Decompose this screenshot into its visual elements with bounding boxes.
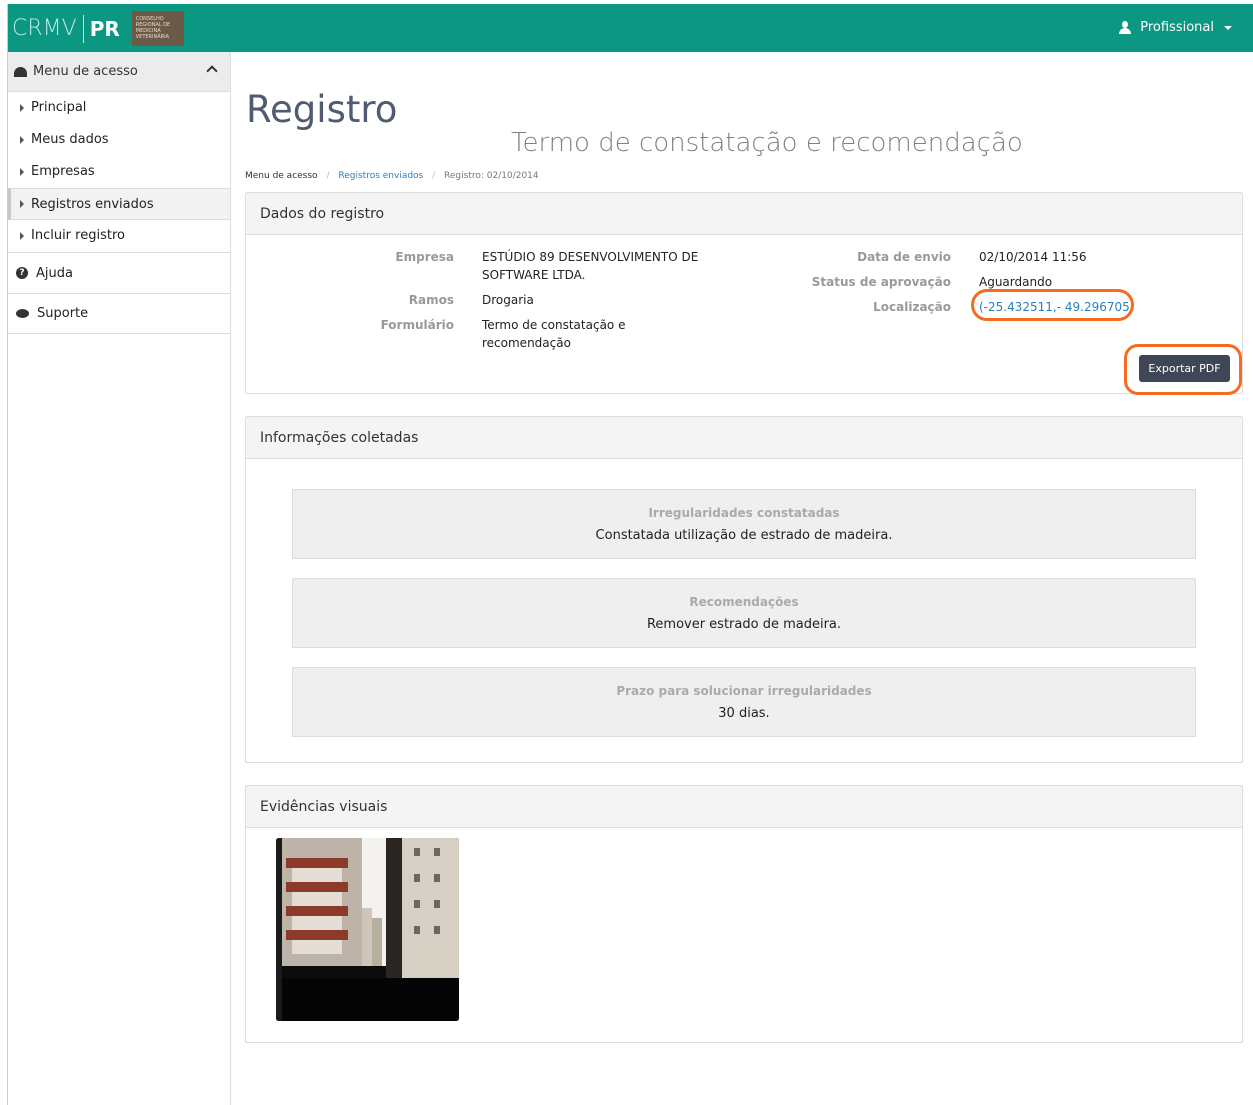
empresa-value: ESTÚDIO 89 DESENVOLVIMENTO DE SOFTWARE L… [482, 250, 699, 282]
ramos-value: Drogaria [482, 293, 534, 307]
sidebar-item-label: Empresas [31, 164, 95, 179]
breadcrumb-separator: / [326, 171, 330, 181]
logo-badge: CONSELHO REGIONAL DE MEDICINA VETERINÁRI… [131, 11, 184, 46]
caret-right-icon [20, 231, 24, 240]
question-circle-icon: ? [16, 267, 28, 279]
breadcrumb-current: Registro: 02/10/2014 [444, 171, 539, 181]
sidebar-item-ajuda[interactable]: ? Ajuda [8, 252, 230, 293]
sidebar-item-empresas[interactable]: Empresas [8, 156, 230, 188]
sidebar-item-label: Registros enviados [31, 196, 154, 212]
formulario-label: Formulário [380, 318, 454, 332]
app-frame: CRMV PR CONSELHO REGIONAL DE MEDICINA VE… [7, 4, 1253, 1105]
data-envio-value: 02/10/2014 11:56 [979, 250, 1087, 264]
caret-right-icon [20, 135, 24, 144]
localizacao-cell: (-25.432511,- 49.296705) [971, 289, 1199, 321]
recomendacoes-value: Remover estrado de madeira. [646, 617, 842, 632]
chevron-up-icon[interactable] [206, 65, 218, 77]
formulario-value: Termo de constatação e recomendação [482, 318, 626, 350]
status-value: Aguardando [979, 275, 1053, 289]
sidebar-heading[interactable]: Menu de acesso [8, 52, 230, 92]
crmv-logo[interactable]: CRMV PR CONSELHO REGIONAL DE MEDICINA VE… [12, 10, 184, 47]
sidebar-heading-label: Menu de acesso [33, 64, 138, 79]
dashboard-icon [14, 66, 27, 77]
panel-title: Dados do registro [246, 193, 1242, 235]
sidebar-item-incluir-registro[interactable]: Incluir registro [8, 220, 230, 252]
recomendacoes-box: Recomendações Remover estrado de madeira… [292, 578, 1196, 648]
sidebar-item-label: Principal [31, 100, 87, 115]
recomendacoes-label: Recomendações [689, 595, 799, 609]
breadcrumb: Menu de acesso / Registros enviados / Re… [245, 171, 539, 181]
panel-title: Informações coletadas [246, 417, 1242, 459]
caret-down-icon [1224, 25, 1232, 30]
caret-right-icon [20, 167, 24, 176]
sidebar-item-registros-enviados[interactable]: Registros enviados [8, 188, 230, 220]
user-menu-dropdown[interactable]: Profissional [1118, 20, 1232, 35]
localizacao-label: Localização [873, 300, 951, 314]
ramos-label: Ramos [408, 293, 454, 307]
irregularidades-label: Irregularidades constatadas [648, 506, 840, 520]
caret-right-icon [20, 103, 24, 112]
empresa-label: Empresa [395, 250, 454, 264]
irregularidades-box: Irregularidades constatadas Constatada u… [292, 489, 1196, 559]
panel-informacoes-coletadas: Informações coletadas Irregularidades co… [245, 416, 1243, 763]
localizacao-value: (-25.432511,- 49.296705) [979, 300, 1135, 314]
panel-evidencias-visuais: Evidências visuais [245, 785, 1243, 1043]
registro-details-left: Empresa ESTÚDIO 89 DESENVOLVIMENTO DE SO… [246, 248, 732, 359]
data-envio-label: Data de envio [857, 250, 951, 264]
export-pdf-button[interactable]: Exportar PDF [1139, 355, 1230, 382]
sidebar: Menu de acesso Principal Meus dados Empr… [8, 52, 231, 1105]
localizacao-link[interactable]: (-25.432511,- 49.296705) [971, 289, 1135, 321]
chat-bubble-icon [16, 309, 29, 318]
panel-dados-registro: Dados do registro Empresa ESTÚDIO 89 DES… [245, 192, 1243, 395]
logo-text: CRMV [12, 16, 77, 41]
caret-right-icon [20, 200, 24, 208]
registro-details-right: Data de envio 02/10/2014 11:56 Status de… [786, 248, 1199, 323]
sidebar-item-label: Meus dados [31, 132, 109, 147]
sidebar-item-label: Incluir registro [31, 228, 125, 243]
sidebar-item-label: Suporte [37, 306, 89, 321]
user-icon [1118, 20, 1132, 35]
page-subtitle: Termo de constatação e recomendação [511, 128, 1023, 158]
logo-region: PR [89, 16, 120, 41]
breadcrumb-link-registros[interactable]: Registros enviados [338, 171, 423, 181]
sidebar-item-meus-dados[interactable]: Meus dados [8, 124, 230, 156]
irregularidades-value: Constatada utilização de estrado de made… [595, 528, 893, 543]
top-navbar: CRMV PR CONSELHO REGIONAL DE MEDICINA VE… [8, 4, 1253, 52]
breadcrumb-separator: / [432, 171, 436, 181]
evidence-photo-thumbnail[interactable] [276, 838, 459, 1021]
user-menu-label: Profissional [1140, 20, 1214, 35]
breadcrumb-home[interactable]: Menu de acesso [245, 171, 318, 181]
sidebar-item-principal[interactable]: Principal [8, 92, 230, 124]
logo-divider [82, 14, 84, 43]
evidence-photo-image [276, 838, 459, 1021]
prazo-label: Prazo para solucionar irregularidades [616, 684, 872, 698]
prazo-box: Prazo para solucionar irregularidades 30… [292, 667, 1196, 737]
status-label: Status de aprovação [811, 275, 951, 289]
prazo-value: 30 dias. [718, 706, 770, 721]
sidebar-item-suporte[interactable]: Suporte [8, 293, 230, 334]
page-title: Registro [246, 88, 398, 131]
sidebar-item-label: Ajuda [36, 265, 73, 281]
panel-title: Evidências visuais [246, 786, 1242, 828]
